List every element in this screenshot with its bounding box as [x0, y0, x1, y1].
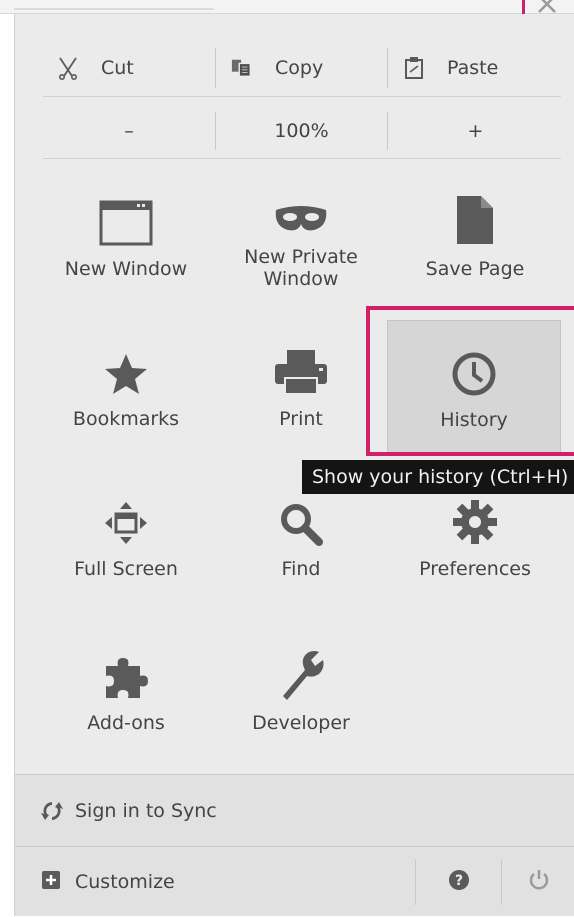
history-button[interactable]: History	[387, 320, 561, 456]
gear-icon	[451, 488, 499, 546]
customize-label: Customize	[75, 871, 175, 893]
star-icon	[103, 338, 149, 396]
zoom-divider-bottom	[43, 158, 561, 159]
developer-label: Developer	[252, 712, 350, 734]
save-page-label: Save Page	[425, 258, 525, 280]
tab-edge	[14, 8, 214, 10]
quit-button[interactable]	[504, 847, 574, 917]
svg-text:?: ?	[455, 873, 463, 889]
history-tooltip: Show your history (Ctrl+H)	[302, 460, 574, 494]
edit-zoom-divider	[43, 96, 561, 97]
history-label: History	[440, 409, 508, 431]
printer-icon	[273, 338, 329, 396]
zoom-controls: – 100% +	[43, 102, 574, 160]
bookmarks-label: Bookmarks	[72, 408, 180, 430]
developer-button[interactable]: Developer	[221, 624, 381, 744]
new-window-label: New Window	[64, 258, 188, 280]
sync-icon	[41, 800, 63, 822]
copy-icon	[231, 57, 253, 79]
zoom-reset-button[interactable]: 100%	[216, 102, 387, 160]
new-private-window-button[interactable]: New Private Window	[221, 170, 381, 290]
full-screen-label: Full Screen	[74, 558, 178, 580]
add-ons-label: Add-ons	[87, 712, 165, 734]
new-private-window-label: New Private Window	[244, 246, 358, 290]
window-top-strip	[0, 0, 574, 14]
mask-icon	[274, 188, 328, 234]
full-screen-icon	[103, 488, 149, 546]
print-label: Print	[279, 408, 323, 430]
window-icon	[99, 188, 153, 246]
save-page-button[interactable]: Save Page	[395, 170, 555, 290]
full-screen-button[interactable]: Full Screen	[46, 470, 206, 590]
new-window-button[interactable]: New Window	[46, 170, 206, 290]
paste-button[interactable]: Paste	[403, 34, 498, 102]
customize-button[interactable]: Customize	[41, 847, 175, 917]
bookmarks-button[interactable]: Bookmarks	[46, 320, 206, 440]
edit-divider-1	[215, 48, 216, 88]
footer-divider-2	[501, 859, 502, 905]
clipboard-icon	[403, 57, 425, 79]
scissors-icon	[57, 57, 79, 80]
footer-bar: Customize ?	[15, 846, 574, 916]
power-icon	[528, 869, 550, 895]
copy-label: Copy	[275, 57, 324, 79]
print-button[interactable]: Print	[221, 320, 381, 440]
help-icon: ?	[448, 869, 470, 895]
zoom-in-button[interactable]: +	[388, 102, 563, 160]
sync-label: Sign in to Sync	[75, 799, 217, 822]
cut-button[interactable]: Cut	[57, 34, 134, 102]
document-icon	[455, 188, 495, 246]
edit-divider-2	[387, 48, 388, 88]
plus-box-icon	[41, 870, 61, 894]
preferences-label: Preferences	[419, 558, 531, 580]
wrench-icon	[277, 642, 325, 700]
edit-controls: Cut Copy Paste	[43, 34, 574, 102]
footer-divider-1	[415, 859, 416, 905]
help-button[interactable]: ?	[418, 847, 500, 917]
add-ons-button[interactable]: Add-ons	[46, 624, 206, 744]
paste-label: Paste	[447, 57, 499, 79]
cut-label: Cut	[101, 57, 134, 79]
copy-button[interactable]: Copy	[231, 34, 323, 102]
find-label: Find	[281, 558, 321, 580]
clock-icon	[451, 339, 497, 397]
zoom-out-button[interactable]: –	[43, 102, 215, 160]
puzzle-icon	[102, 642, 150, 700]
search-icon	[279, 488, 323, 546]
sign-in-to-sync-button[interactable]: Sign in to Sync	[15, 774, 574, 846]
